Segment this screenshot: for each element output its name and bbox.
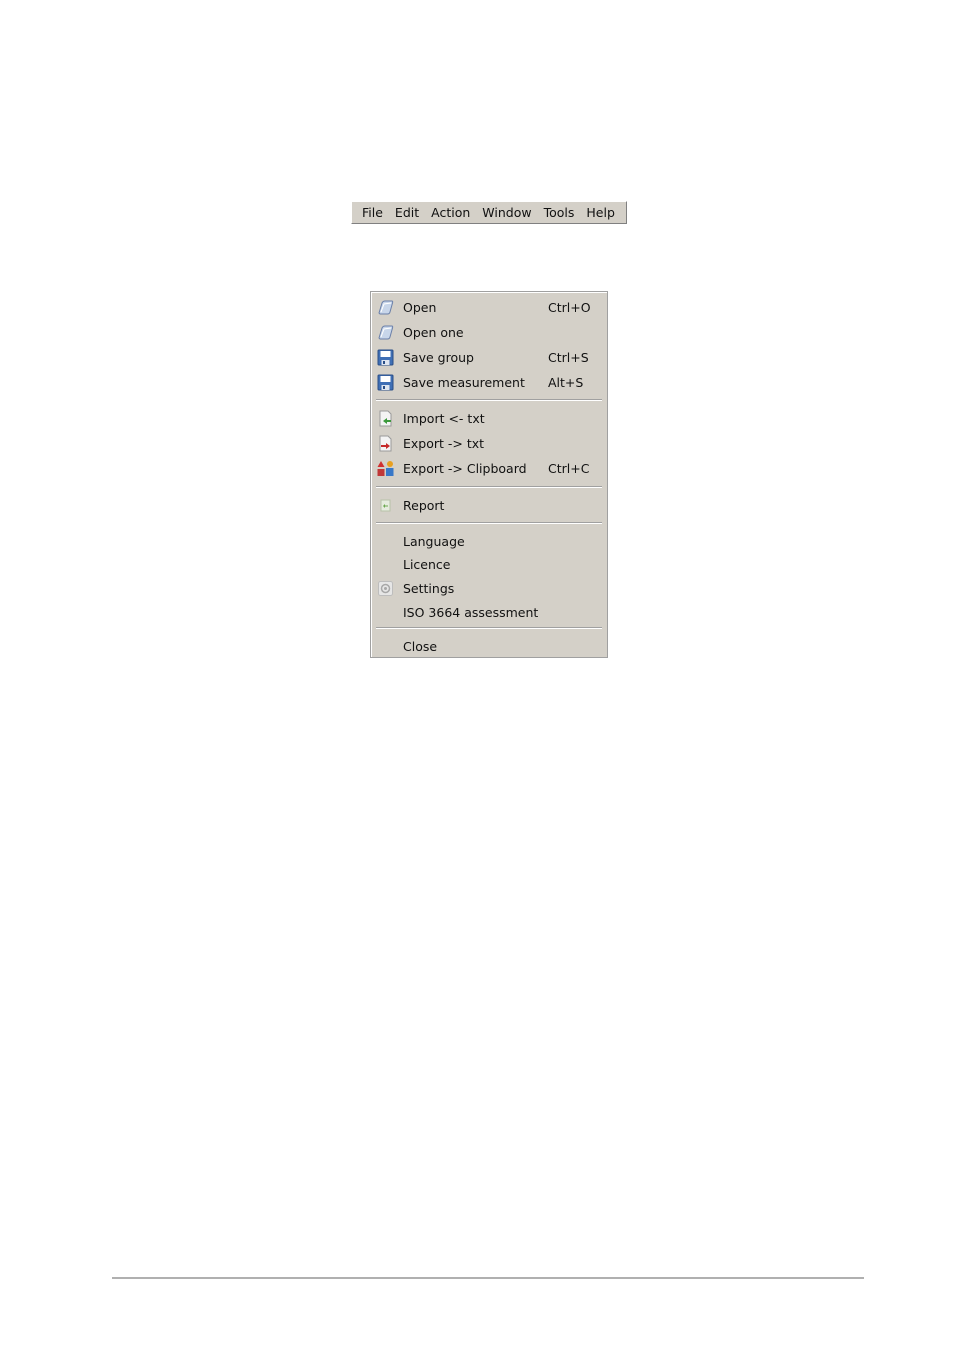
menu-item-label: Import <- txt	[403, 410, 485, 426]
menu-item-label: Close	[403, 638, 438, 654]
menu-item-import-txt[interactable]: Import <- txt	[373, 407, 605, 429]
menu-separator	[376, 486, 602, 488]
menu-item-open[interactable]: Open Ctrl+O	[373, 296, 605, 318]
menu-item-label: Language	[403, 533, 465, 549]
menu-item-shortcut: Ctrl+S	[548, 349, 589, 365]
menu-window[interactable]: Window	[476, 202, 537, 223]
menu-action[interactable]: Action	[425, 202, 476, 223]
menu-edit[interactable]: Edit	[389, 202, 425, 223]
menu-help[interactable]: Help	[580, 202, 621, 223]
folder-open-icon	[378, 300, 394, 315]
report-icon	[380, 499, 391, 512]
footer-divider	[112, 1277, 864, 1279]
menu-item-label: ISO 3664 assessment	[403, 604, 539, 620]
menu-item-language[interactable]: Language	[373, 530, 605, 552]
menu-item-label: Open	[403, 299, 437, 315]
menu-separator	[376, 627, 602, 629]
floppy-disk-icon	[377, 374, 394, 391]
menu-item-close[interactable]: Close	[373, 635, 605, 657]
menu-item-save-measurement[interactable]: Save measurement Alt+S	[373, 371, 605, 393]
menu-item-shortcut: Ctrl+C	[548, 460, 590, 476]
menu-item-label: Settings	[403, 580, 455, 596]
menu-separator	[376, 522, 602, 524]
menu-file[interactable]: File	[356, 202, 389, 223]
menu-item-shortcut: Ctrl+O	[548, 299, 591, 315]
export-file-icon	[379, 435, 392, 452]
folder-open-icon	[378, 325, 394, 340]
menu-item-export-clipboard[interactable]: Export -> Clipboard Ctrl+C	[373, 457, 605, 479]
menu-separator	[376, 399, 602, 401]
menu-item-report[interactable]: Report	[373, 494, 605, 516]
file-menu-dropdown: Open Ctrl+O Open one Save group Ctrl+S S…	[370, 291, 608, 658]
menu-item-shortcut: Alt+S	[548, 374, 584, 390]
menu-item-label: Save group	[403, 349, 474, 365]
menu-item-label: Export -> txt	[403, 435, 485, 451]
clipboard-shapes-icon	[377, 461, 394, 476]
menu-item-settings[interactable]: Settings	[373, 577, 605, 599]
menu-item-save-group[interactable]: Save group Ctrl+S	[373, 346, 605, 368]
menu-item-label: Report	[403, 497, 445, 513]
menu-item-iso-3664-assessment[interactable]: ISO 3664 assessment	[373, 601, 605, 623]
floppy-disk-icon	[377, 349, 394, 366]
menu-item-label: Save measurement	[403, 374, 525, 390]
menu-item-export-txt[interactable]: Export -> txt	[373, 432, 605, 454]
menu-item-label: Export -> Clipboard	[403, 460, 527, 476]
menu-item-licence[interactable]: Licence	[373, 553, 605, 575]
menu-item-label: Open one	[403, 324, 464, 340]
menu-item-open-one[interactable]: Open one	[373, 321, 605, 343]
import-file-icon	[379, 410, 392, 427]
settings-icon	[378, 581, 393, 596]
menu-tools[interactable]: Tools	[538, 202, 581, 223]
menubar: File Edit Action Window Tools Help	[351, 201, 627, 224]
menu-item-label: Licence	[403, 556, 451, 572]
